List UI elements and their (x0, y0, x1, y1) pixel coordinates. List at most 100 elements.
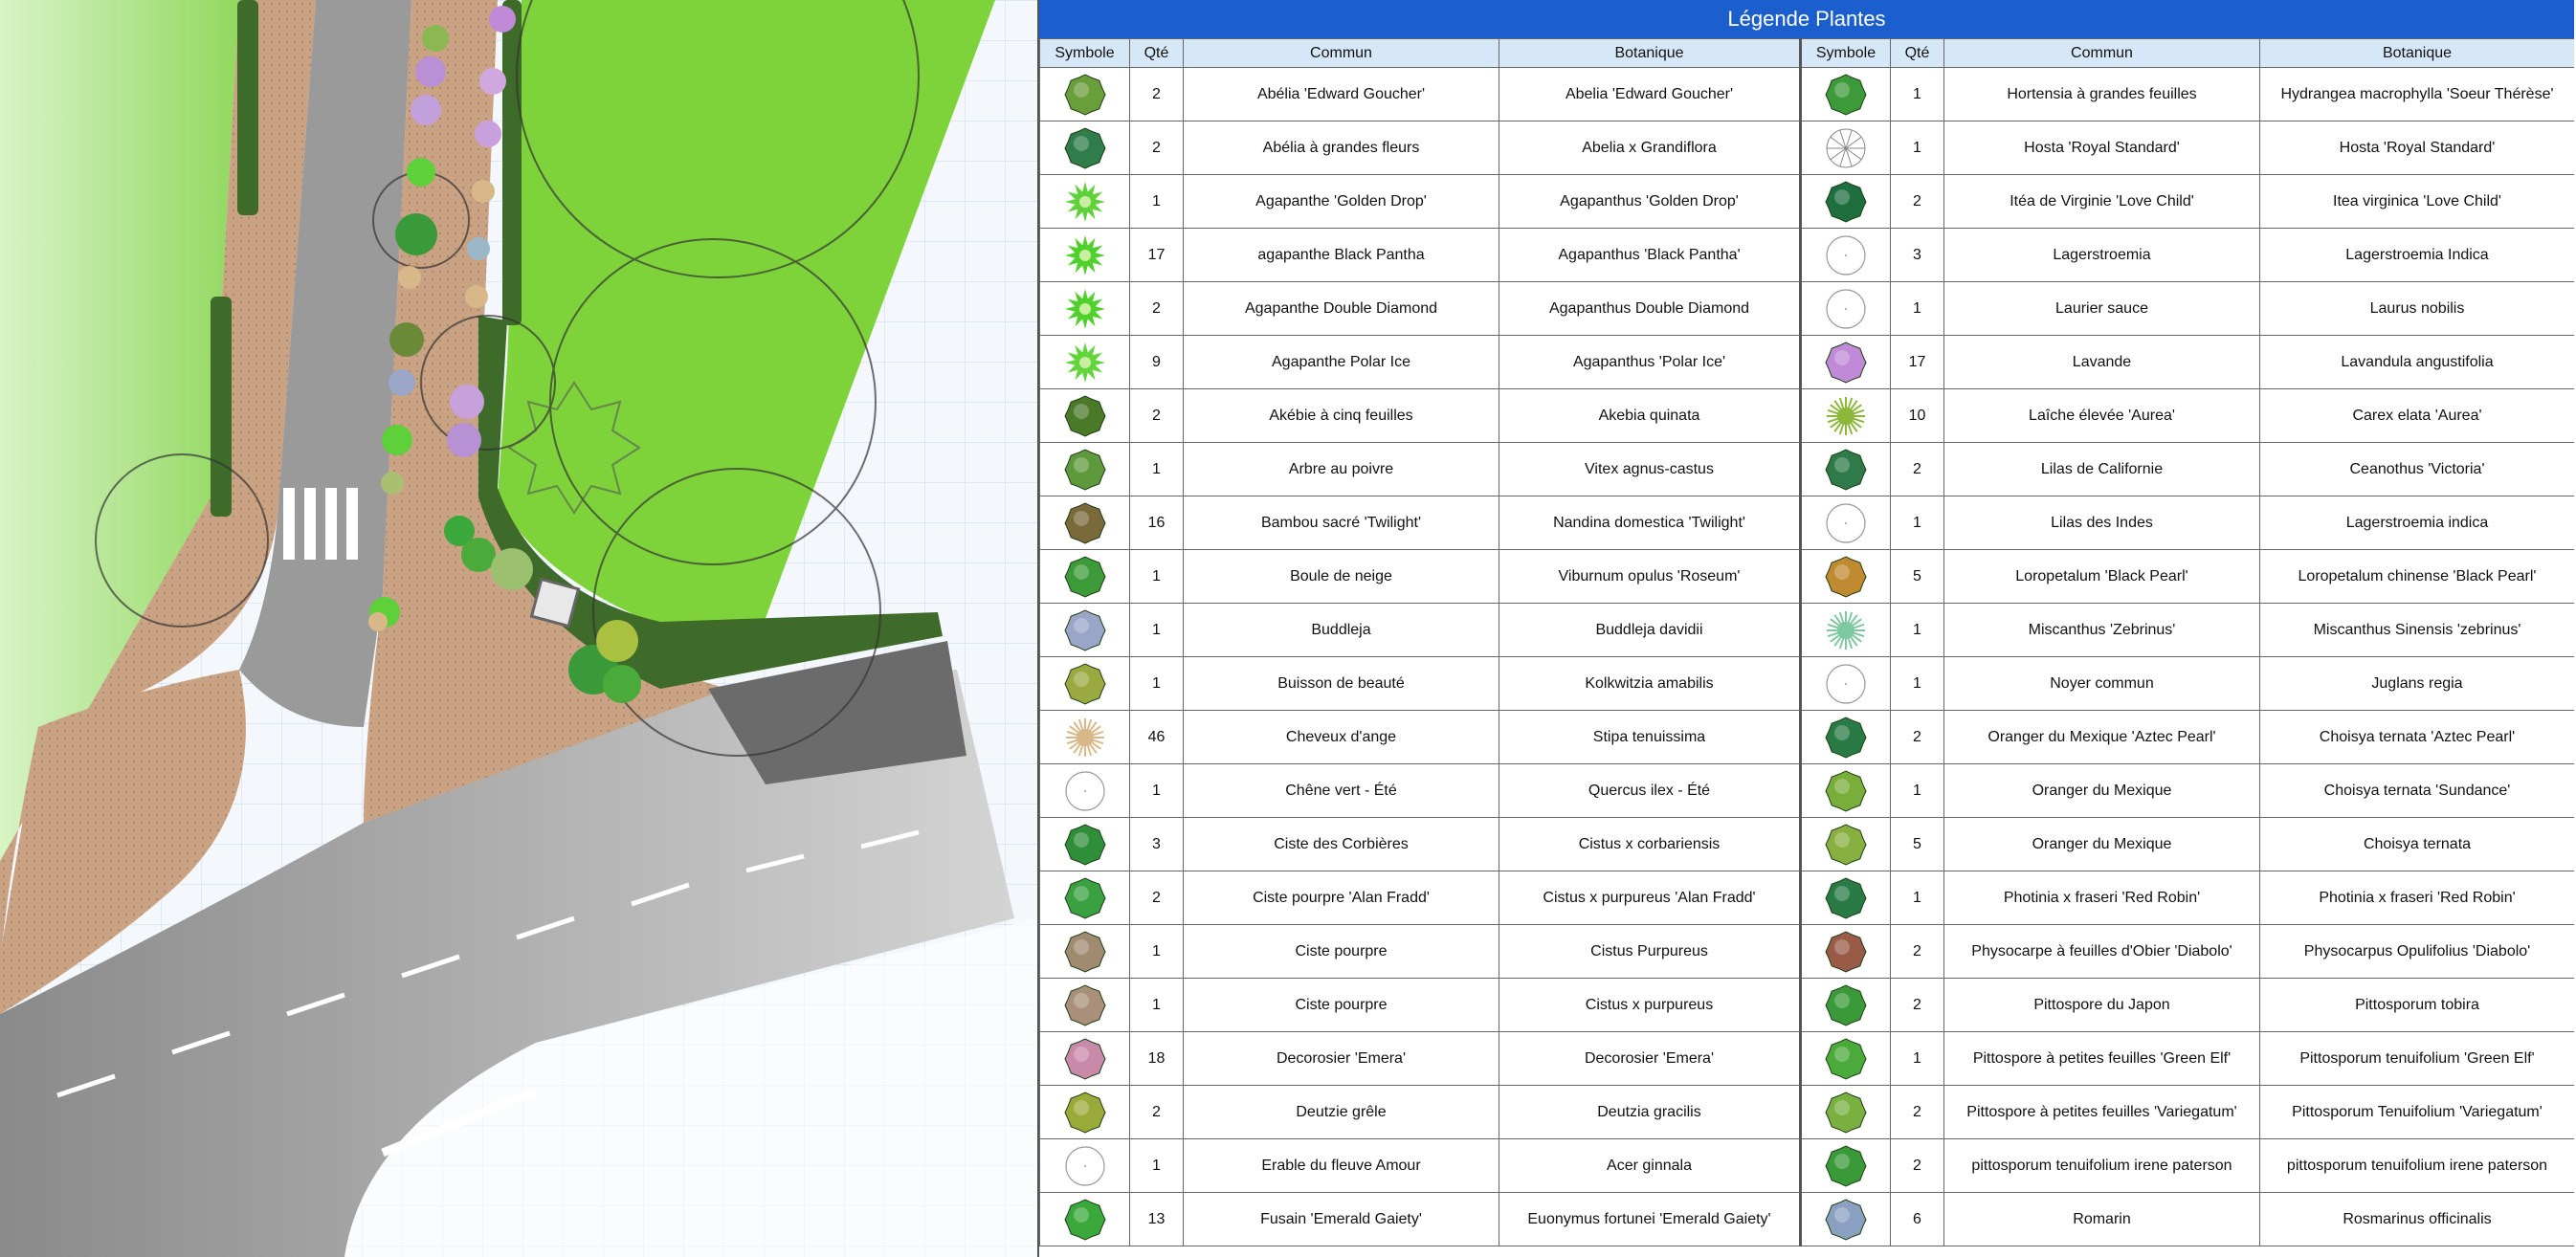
plant-symbol (1799, 388, 1891, 443)
shrub-icon (1041, 448, 1129, 492)
shrub-icon (1804, 555, 1890, 599)
spiky-plant-icon (1041, 287, 1129, 331)
plant-botanical-name: Rosmarinus officinalis (2259, 1192, 2574, 1246)
plant-botanical-name: Vitex agnus-castus (1499, 442, 1801, 496)
plant-quantity: 3 (1890, 228, 1944, 282)
plant-symbol (1039, 763, 1130, 818)
shrub-icon (1041, 73, 1129, 117)
table-row: 1 Arbre au poivre Vitex agnus-castus 2 Lilas… (1039, 442, 2574, 496)
plant-quantity: 2 (1129, 1085, 1184, 1139)
plant-common-name: Hortensia à grandes feuilles (1943, 67, 2260, 121)
plant-symbol (1799, 228, 1891, 282)
plant-quantity: 2 (1890, 978, 1944, 1032)
table-row: 1 Agapanthe 'Golden Drop' Agapanthus 'Gold… (1039, 174, 2574, 229)
site-plan-drawing[interactable] (0, 0, 1037, 1257)
plant-symbol (1039, 656, 1130, 711)
table-row: 17 agapanthe Black Pantha Agapanthus 'Blac… (1039, 228, 2574, 282)
shrub-icon (1041, 555, 1129, 599)
plant-symbol (1799, 710, 1891, 764)
plant-symbol (1799, 1138, 1891, 1193)
plant-botanical-name: Deutzia gracilis (1499, 1085, 1801, 1139)
plant-symbol (1799, 817, 1891, 871)
plant-botanical-name: Buddleja davidii (1499, 603, 1801, 657)
shrub-icon (1804, 1037, 1890, 1081)
plant-botanical-name: Pittosporum tobira (2259, 978, 2574, 1032)
legend-body: 2 Abélia 'Edward Goucher' Abelia 'Edward G… (1039, 67, 2574, 1246)
plant-quantity: 2 (1890, 1085, 1944, 1139)
plant-symbol (1039, 228, 1130, 282)
plant-symbol (1039, 924, 1130, 979)
plant-symbol (1799, 121, 1891, 175)
shrub-icon (1804, 73, 1890, 117)
plant-quantity: 2 (1129, 388, 1184, 443)
plant-common-name: Boule de neige (1183, 549, 1499, 604)
plant-botanical-name: Agapanthus Double Diamond (1499, 281, 1801, 336)
plant-botanical-name: Hosta 'Royal Standard' (2259, 121, 2574, 175)
plant-botanical-name: pittosporum tenuifolium irene paterson (2259, 1138, 2574, 1193)
shrub-icon (1804, 341, 1890, 385)
table-row: 9 Agapanthe Polar Ice Agapanthus 'Polar Ic… (1039, 335, 2574, 389)
table-row: 1 Ciste pourpre Cistus Purpureus 2 Physocarp… (1039, 924, 2574, 979)
shrub-icon (1804, 876, 1890, 920)
plant-quantity: 2 (1129, 281, 1184, 336)
plant-quantity: 2 (1129, 121, 1184, 175)
plant-botanical-name: Loropetalum chinense 'Black Pearl' (2259, 549, 2574, 604)
plant-common-name: Lavande (1943, 335, 2260, 389)
shrub-icon (1041, 126, 1129, 170)
plant-symbol (1039, 1031, 1130, 1086)
plant-symbol (1039, 174, 1130, 229)
tree-outline-icon (1804, 662, 1890, 706)
plant-quantity: 1 (1890, 121, 1944, 175)
header-botanical: Botanique (1499, 38, 1801, 68)
table-row: 2 Abélia à grandes fleurs Abelia x Grandif… (1039, 121, 2574, 175)
plant-quantity: 2 (1890, 924, 1944, 979)
plant-quantity: 1 (1129, 1138, 1184, 1193)
hedge (237, 0, 258, 215)
plant-symbol (1039, 388, 1130, 443)
plant-quantity: 1 (1890, 67, 1944, 121)
shrub-icon (1041, 876, 1129, 920)
table-row: 2 Agapanthe Double Diamond Agapanthus Doub… (1039, 281, 2574, 336)
plant-common-name: Ciste pourpre 'Alan Fradd' (1183, 871, 1499, 925)
plant-botanical-name: Photinia x fraseri 'Red Robin' (2259, 871, 2574, 925)
table-row: 18 Decorosier 'Emera' Decorosier 'Emera' 1 P… (1039, 1031, 2574, 1086)
shrub-icon (1041, 394, 1129, 438)
plant-common-name: Oranger du Mexique 'Aztec Pearl' (1943, 710, 2260, 764)
plant-botanical-name: Akebia quinata (1499, 388, 1801, 443)
plant-symbol (1799, 978, 1891, 1032)
plant-common-name: Noyer commun (1943, 656, 2260, 711)
table-row: 2 Akébie à cinq feuilles Akebia quinata 10 L… (1039, 388, 2574, 443)
table-row: 46 Cheveux d'ange Stipa tenuissima 2 Oranger… (1039, 710, 2574, 764)
plant-quantity: 5 (1890, 817, 1944, 871)
plant-botanical-name: Acer ginnala (1499, 1138, 1801, 1193)
plant-common-name: Lagerstroemia (1943, 228, 2260, 282)
shrub-icon (1041, 1198, 1129, 1242)
plant-legend-table: Symbole Qté Commun Botanique Symbole Qté… (1039, 38, 2574, 1246)
plant-quantity: 2 (1890, 1138, 1944, 1193)
shrub-icon (1804, 769, 1890, 813)
table-row: 1 Boule de neige Viburnum opulus 'Roseum' 5… (1039, 549, 2574, 604)
plant-botanical-name: Choisya ternata (2259, 817, 2574, 871)
plant-quantity: 1 (1890, 603, 1944, 657)
site-plan-canvas[interactable] (0, 0, 1037, 1257)
plant-symbol (1799, 603, 1891, 657)
plant-common-name: Ciste pourpre (1183, 978, 1499, 1032)
plant-quantity: 1 (1129, 442, 1184, 496)
plant-quantity: 1 (1129, 603, 1184, 657)
plant-common-name: Akébie à cinq feuilles (1183, 388, 1499, 443)
plant-common-name: Photinia x fraseri 'Red Robin' (1943, 871, 2260, 925)
plant-botanical-name: Lagerstroemia indica (2259, 496, 2574, 550)
plant-symbol (1799, 924, 1891, 979)
grass-icon (1804, 394, 1890, 438)
plant-quantity: 1 (1890, 496, 1944, 550)
plant-botanical-name: Nandina domestica 'Twilight' (1499, 496, 1801, 550)
plant-quantity: 2 (1129, 871, 1184, 925)
plant-common-name: Itéa de Virginie 'Love Child' (1943, 174, 2260, 229)
grass-icon (1804, 608, 1890, 652)
plant-quantity: 2 (1129, 67, 1184, 121)
header-qty: Qté (1129, 38, 1184, 68)
plant-botanical-name: Decorosier 'Emera' (1499, 1031, 1801, 1086)
plant-botanical-name: Stipa tenuissima (1499, 710, 1801, 764)
plant-botanical-name: Agapanthus 'Black Pantha' (1499, 228, 1801, 282)
plant-quantity: 1 (1129, 763, 1184, 818)
